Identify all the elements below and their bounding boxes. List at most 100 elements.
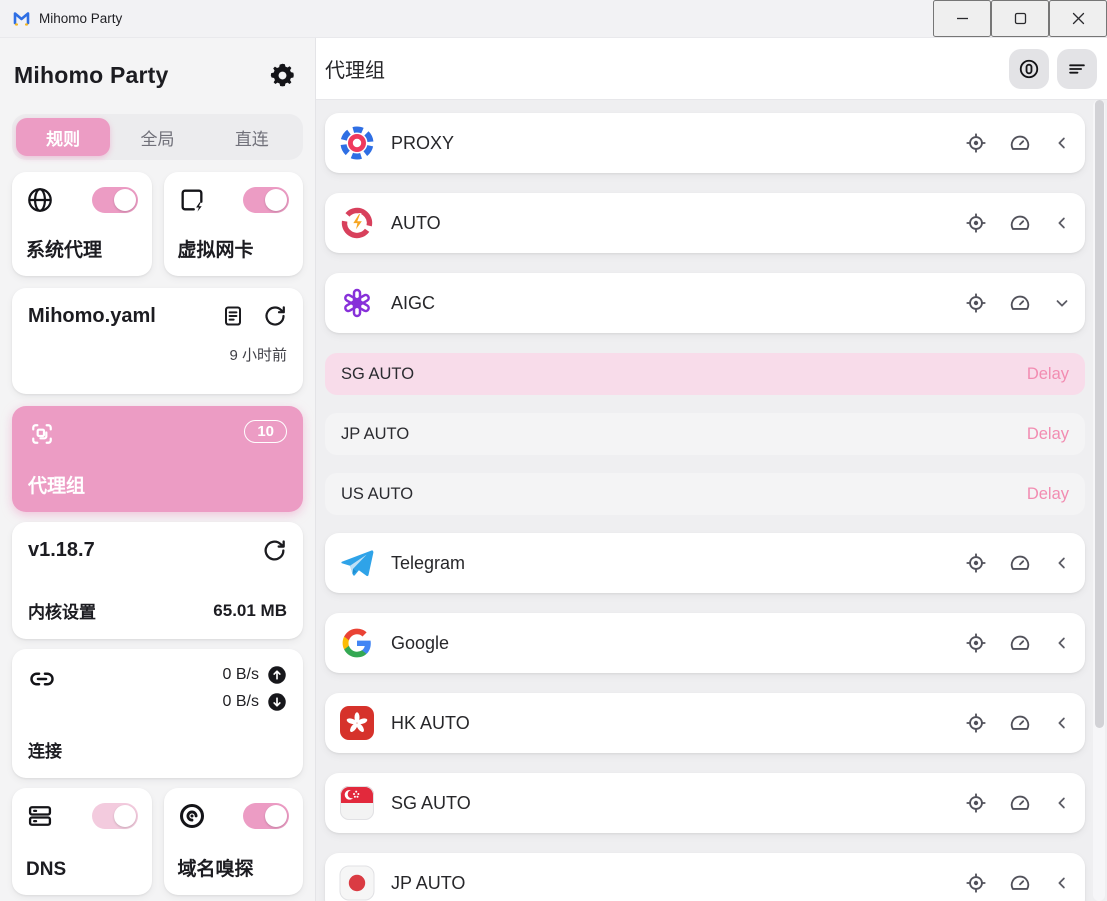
group-row-hk-auto[interactable]: HK AUTO (325, 693, 1085, 753)
group-name: HK AUTO (391, 713, 965, 734)
profile-name: Mihomo.yaml (28, 305, 221, 328)
sniff-toggle[interactable] (243, 803, 289, 829)
speed-test-icon[interactable] (1009, 632, 1031, 654)
option-name: JP AUTO (341, 425, 1027, 444)
download-speed: 0 B/s (223, 693, 259, 711)
chevron-left-icon[interactable] (1053, 634, 1071, 652)
group-row-proxy[interactable]: PROXY (325, 113, 1085, 173)
group-row-sg-auto[interactable]: SG AUTO (325, 773, 1085, 833)
dns-card[interactable]: DNS (12, 788, 152, 895)
speed-test-icon[interactable] (1009, 872, 1031, 894)
download-arrow-icon (267, 692, 287, 712)
globe-icon (26, 186, 54, 214)
profile-file-icon[interactable] (221, 304, 245, 328)
sidebar-item-proxy-groups[interactable]: 10 代理组 (12, 406, 303, 512)
core-settings-label: 内核设置 (28, 598, 96, 623)
group-row-jp-auto[interactable]: JP AUTO (325, 853, 1085, 901)
locate-node-icon[interactable] (965, 212, 987, 234)
chevron-left-icon[interactable] (1053, 554, 1071, 572)
jp-flag-icon (339, 865, 375, 901)
group-row-aigc[interactable]: AIGC (325, 273, 1085, 333)
delay-test-button[interactable]: Delay (1027, 485, 1069, 504)
group-name: Telegram (391, 553, 965, 574)
locate-node-icon[interactable] (965, 292, 987, 314)
proxy-groups-list: PROXY (316, 100, 1107, 901)
scrollbar-thumb[interactable] (1095, 100, 1104, 728)
speed-test-icon[interactable] (1009, 292, 1031, 314)
app-logo-icon (13, 10, 30, 27)
group-name: JP AUTO (391, 873, 965, 894)
core-card[interactable]: v1.18.7 内核设置 65.01 MB (12, 522, 303, 639)
locate-node-icon[interactable] (965, 712, 987, 734)
sg-flag-icon (339, 785, 375, 821)
tun-card[interactable]: 虚拟网卡 (164, 172, 304, 276)
proxy-group-scan-icon (28, 420, 56, 448)
link-icon (28, 665, 56, 693)
chevron-down-icon[interactable] (1053, 294, 1071, 312)
group-row-auto[interactable]: AUTO (325, 193, 1085, 253)
locate-node-icon[interactable] (965, 792, 987, 814)
proxy-group-icon (339, 125, 375, 161)
speed-test-icon[interactable] (1009, 212, 1031, 234)
system-proxy-label: 系统代理 (26, 235, 138, 262)
profile-refresh-icon[interactable] (263, 304, 287, 328)
profile-updated-time: 9 小时前 (28, 344, 287, 365)
chevron-left-icon[interactable] (1053, 794, 1071, 812)
group-row-telegram[interactable]: Telegram (325, 533, 1085, 593)
connections-label: 连接 (28, 737, 287, 762)
system-proxy-toggle[interactable] (92, 187, 138, 213)
sniff-card[interactable]: 域名嗅探 (164, 788, 304, 895)
upload-speed: 0 B/s (223, 666, 259, 684)
option-name: US AUTO (341, 485, 1027, 504)
page-title: 代理组 (325, 54, 1009, 83)
tab-global-mode[interactable]: 全局 (110, 118, 204, 156)
system-proxy-card[interactable]: 系统代理 (12, 172, 152, 276)
tun-toggle[interactable] (243, 187, 289, 213)
speed-test-icon[interactable] (1009, 132, 1031, 154)
profile-card[interactable]: Mihomo.yaml (12, 288, 303, 394)
close-button[interactable] (1049, 0, 1107, 37)
tun-label: 虚拟网卡 (178, 235, 290, 262)
group-name: AUTO (391, 213, 965, 234)
settings-gear-icon[interactable] (265, 58, 299, 92)
locate-node-icon[interactable] (965, 132, 987, 154)
speed-test-icon[interactable] (1009, 792, 1031, 814)
option-row-jp-auto[interactable]: JP AUTO Delay (325, 413, 1085, 455)
outbound-mode-tabs: 规则 全局 直连 (12, 114, 303, 160)
locate-node-icon[interactable] (965, 632, 987, 654)
dns-toggle[interactable] (92, 803, 138, 829)
delay-test-button[interactable]: Delay (1027, 365, 1069, 384)
sidebar: Mihomo Party 规则 全局 直连 (0, 38, 316, 901)
core-restart-icon[interactable] (262, 538, 287, 563)
chevron-left-icon[interactable] (1053, 874, 1071, 892)
tab-rule-mode[interactable]: 规则 (16, 118, 110, 156)
minimize-button[interactable] (933, 0, 991, 37)
group-name: AIGC (391, 293, 965, 314)
option-row-sg-auto[interactable]: SG AUTO Delay (325, 353, 1085, 395)
tab-direct-mode[interactable]: 直连 (205, 118, 299, 156)
maximize-button[interactable] (991, 0, 1049, 37)
connections-card[interactable]: 0 B/s 0 B/s (12, 649, 303, 778)
delay-test-button[interactable]: Delay (1027, 425, 1069, 444)
upload-arrow-icon (267, 665, 287, 685)
delay-test-all-button[interactable] (1009, 49, 1049, 89)
speed-test-icon[interactable] (1009, 712, 1031, 734)
chevron-left-icon[interactable] (1053, 134, 1071, 152)
locate-node-icon[interactable] (965, 872, 987, 894)
locate-node-icon[interactable] (965, 552, 987, 574)
aigc-openai-icon (339, 285, 375, 321)
chevron-left-icon[interactable] (1053, 214, 1071, 232)
sniff-label: 域名嗅探 (178, 854, 290, 881)
hk-flag-icon (339, 705, 375, 741)
main-panel: 代理组 (316, 38, 1107, 901)
sniff-spiral-icon (178, 802, 206, 830)
speed-test-icon[interactable] (1009, 552, 1031, 574)
group-row-google[interactable]: Google (325, 613, 1085, 673)
sort-button[interactable] (1057, 49, 1097, 89)
proxy-groups-label: 代理组 (28, 471, 287, 498)
chevron-left-icon[interactable] (1053, 714, 1071, 732)
sidebar-app-title: Mihomo Party (14, 62, 168, 89)
telegram-icon (339, 545, 375, 581)
option-row-us-auto[interactable]: US AUTO Delay (325, 473, 1085, 515)
google-icon (339, 625, 375, 661)
